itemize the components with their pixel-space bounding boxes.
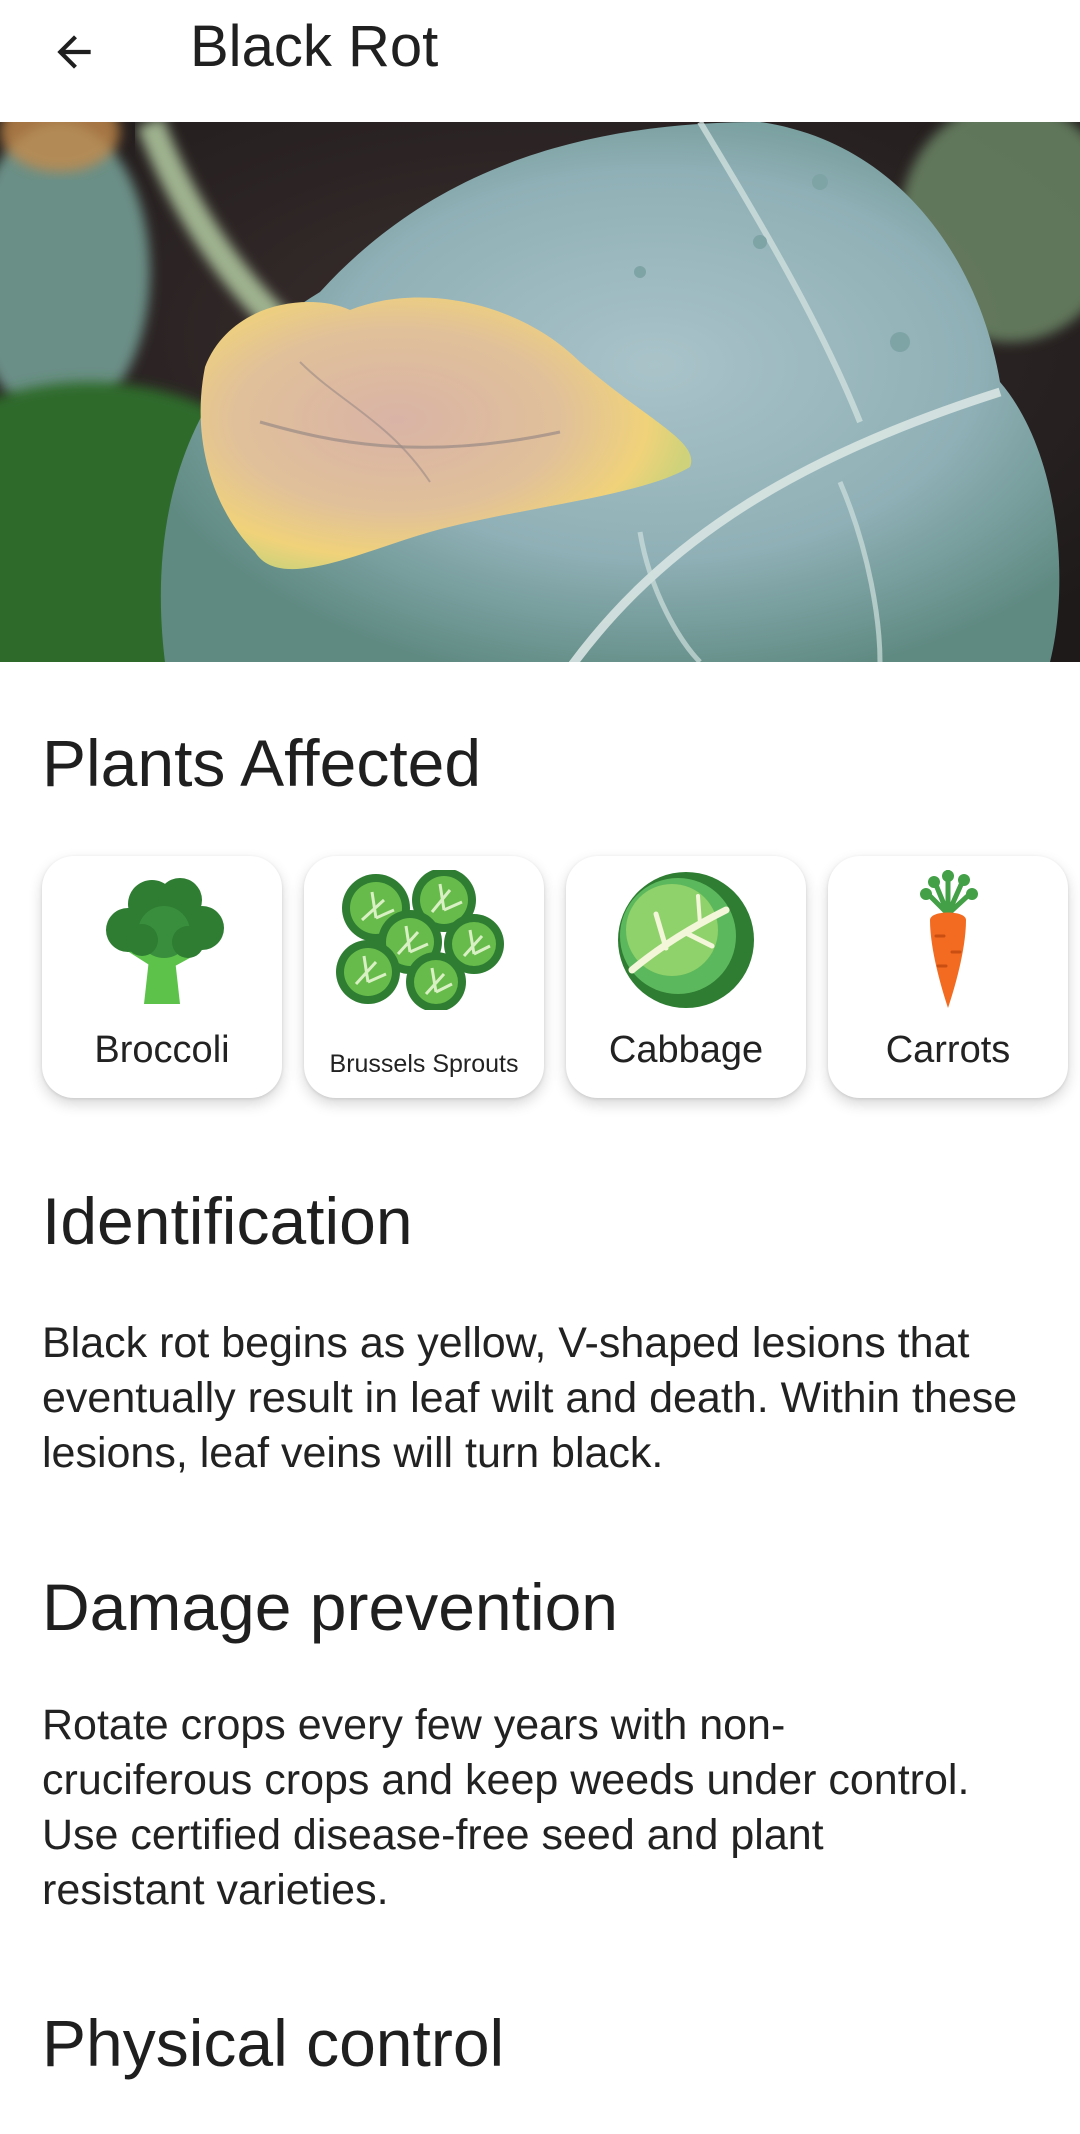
page-title: Black Rot (190, 14, 439, 79)
plant-label: Brussels Sprouts (329, 1050, 519, 1078)
app-bar: Black Rot (0, 0, 1080, 122)
plants-affected-list: Broccoli Brussels Sprouts Cabbage Carrot… (42, 856, 1080, 1106)
hero-image (0, 122, 1080, 662)
arrow-left-icon (57, 35, 91, 69)
plant-card-carrots[interactable]: Carrots (828, 856, 1068, 1098)
physical-control-heading: Physical control (42, 2006, 505, 2080)
plant-label: Carrots (885, 1029, 1011, 1071)
plants-affected-heading: Plants Affected (42, 726, 482, 800)
identification-text: Black rot begins as yellow, V-shaped les… (42, 1319, 1018, 1477)
broccoli-icon (106, 878, 224, 1004)
plant-card-brussels-sprouts[interactable]: Brussels Sprouts (304, 856, 544, 1098)
brussels-sprouts-icon (336, 870, 504, 1010)
identification-heading: Identification (42, 1184, 413, 1258)
carrot-icon (920, 870, 978, 1008)
back-button[interactable] (36, 14, 112, 90)
plant-label: Broccoli (94, 1029, 230, 1071)
plant-card-broccoli[interactable]: Broccoli (42, 856, 282, 1098)
plant-card-cabbage[interactable]: Cabbage (566, 856, 806, 1098)
damage-prevention-heading: Damage prevention (42, 1570, 619, 1644)
plant-label: Cabbage (608, 1029, 764, 1071)
cabbage-icon (618, 872, 754, 1008)
damage-prevention-text: Rotate crops every few years with non-cr… (42, 1701, 970, 1914)
